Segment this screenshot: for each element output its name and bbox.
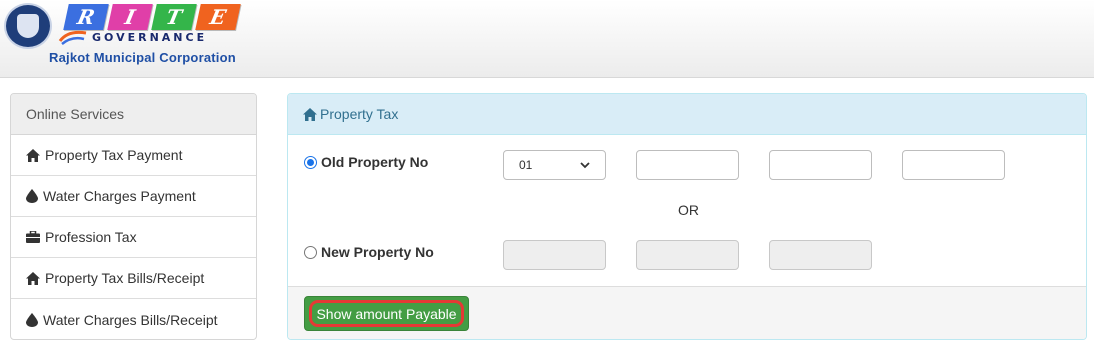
sidebar-item-profession-tax[interactable]: Profession Tax xyxy=(11,217,256,258)
panel-heading: Property Tax xyxy=(288,94,1086,135)
sidebar-item-water-charges-bills[interactable]: Water Charges Bills/Receipt xyxy=(11,299,256,339)
zone-select[interactable]: 01 xyxy=(503,150,606,180)
old-property-option[interactable]: Old Property No xyxy=(304,154,428,170)
sidebar-item-label: Property Tax Bills/Receipt xyxy=(45,270,205,286)
site-header: R I T E GOVERNANCE Rajkot Municipal Corp… xyxy=(0,0,1094,78)
property-tax-panel: Property Tax Old Property No 01 OR New P… xyxy=(287,93,1087,340)
online-services-sidebar: Online Services Property Tax Payment Wat… xyxy=(10,93,257,340)
home-icon xyxy=(26,148,40,162)
rite-logo: R I T E xyxy=(63,4,241,30)
swoosh-icon xyxy=(58,30,87,45)
governance-tagline: GOVERNANCE xyxy=(92,31,208,44)
chevron-down-icon xyxy=(580,161,590,168)
sidebar-item-property-tax-payment[interactable]: Property Tax Payment xyxy=(11,135,256,176)
water-drop-icon xyxy=(26,189,38,203)
sidebar-item-water-charges-payment[interactable]: Water Charges Payment xyxy=(11,176,256,217)
logo-letter-i: I xyxy=(107,4,153,30)
corporation-name: Rajkot Municipal Corporation xyxy=(49,50,236,65)
sidebar-item-label: Property Tax Payment xyxy=(45,147,183,163)
new-property-field-1 xyxy=(503,240,606,270)
sidebar-item-property-tax-bills[interactable]: Property Tax Bills/Receipt xyxy=(11,258,256,299)
old-property-label: Old Property No xyxy=(321,154,429,170)
panel-title: Property Tax xyxy=(320,106,399,122)
new-property-field-2 xyxy=(636,240,739,270)
logo-letter-e: E xyxy=(195,4,241,30)
home-icon xyxy=(303,107,317,121)
show-amount-payable-label: Show amount Payable xyxy=(309,300,464,327)
new-property-label: New Property No xyxy=(321,244,434,260)
old-property-radio[interactable] xyxy=(304,155,317,169)
logo-letter-r: R xyxy=(63,4,109,30)
sidebar-item-label: Water Charges Bills/Receipt xyxy=(43,311,218,328)
new-property-field-3 xyxy=(769,240,872,270)
new-property-option[interactable]: New Property No xyxy=(304,244,434,260)
show-amount-payable-button[interactable]: Show amount Payable xyxy=(304,296,469,331)
sidebar-heading: Online Services xyxy=(11,94,256,135)
old-property-field-3[interactable] xyxy=(902,150,1005,180)
sidebar-item-label: Profession Tax xyxy=(45,229,137,245)
water-drop-icon xyxy=(26,312,38,327)
home-icon xyxy=(26,271,40,285)
rmc-emblem-logo xyxy=(4,3,52,49)
or-separator: OR xyxy=(678,202,699,218)
briefcase-icon xyxy=(26,231,40,243)
zone-select-value: 01 xyxy=(519,158,533,172)
old-property-field-1[interactable] xyxy=(636,150,739,180)
new-property-radio[interactable] xyxy=(304,245,317,259)
sidebar-item-label: Water Charges Payment xyxy=(43,188,196,204)
old-property-field-2[interactable] xyxy=(769,150,872,180)
logo-letter-t: T xyxy=(151,4,197,30)
